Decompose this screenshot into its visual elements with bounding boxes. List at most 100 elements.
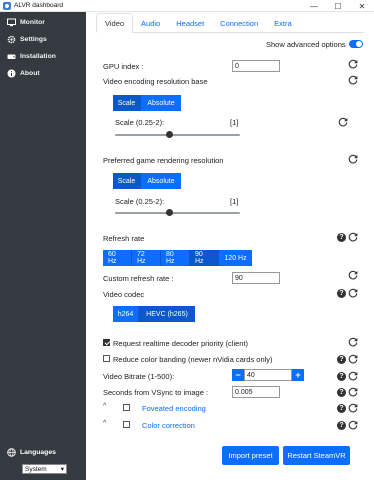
- slider-thumb[interactable]: [166, 131, 173, 138]
- encoding-resolution-mode-group: Scale Absolute: [113, 95, 181, 111]
- import-preset-button[interactable]: Import preset: [222, 446, 279, 465]
- advanced-options-label: Show advanced options: [266, 40, 346, 49]
- advanced-options-toggle[interactable]: [349, 40, 363, 48]
- bitrate-label: Video Bitrate (1-500):: [103, 372, 175, 381]
- reset-icon[interactable]: [348, 270, 358, 280]
- gpu-index-input[interactable]: 0: [232, 60, 280, 72]
- refresh-120-option[interactable]: 120 Hz: [219, 250, 252, 266]
- globe-icon: [7, 448, 16, 457]
- reset-icon[interactable]: [348, 232, 358, 242]
- expand-caret-icon[interactable]: ^: [103, 403, 106, 410]
- color-banding-label: Reduce color banding (newer nVidia cards…: [113, 355, 273, 364]
- gear-icon: [7, 35, 16, 44]
- reset-icon[interactable]: [348, 288, 358, 298]
- foveated-encoding-link[interactable]: Foveated encoding: [142, 404, 206, 413]
- refresh-90-option[interactable]: 90 Hz: [190, 250, 219, 266]
- reset-icon[interactable]: [348, 420, 358, 430]
- language-select[interactable]: System ▾: [22, 464, 67, 474]
- encoding-scale-label: Scale (0.25-2):: [115, 118, 165, 127]
- reset-icon[interactable]: [348, 387, 358, 397]
- video-codec-label: Video codec: [103, 290, 145, 299]
- encoding-scale-slider[interactable]: [115, 131, 240, 139]
- help-icon[interactable]: ?: [337, 421, 346, 430]
- refresh-rate-label: Refresh rate: [103, 234, 145, 243]
- help-icon[interactable]: ?: [337, 289, 346, 298]
- sidebar-item-label: Settings: [20, 36, 47, 43]
- minimize-button[interactable]: —: [302, 0, 326, 12]
- hdd-icon: [7, 52, 16, 61]
- title-bar: ALVR dashboard — ☐ ✕: [0, 0, 374, 12]
- tab-headset[interactable]: Headset: [168, 13, 212, 33]
- tab-extra[interactable]: Extra: [266, 13, 300, 33]
- info-icon: [7, 69, 16, 78]
- reset-icon[interactable]: [348, 371, 358, 381]
- sidebar: Monitor Settings Installation About Lang…: [0, 12, 86, 480]
- render-absolute-option[interactable]: Absolute: [141, 173, 181, 189]
- sidebar-item-label: About: [20, 70, 40, 77]
- render-scale-option[interactable]: Scale: [113, 173, 141, 189]
- bitrate-increase-button[interactable]: +: [292, 369, 304, 381]
- refresh-80-option[interactable]: 80 Hz: [161, 250, 190, 266]
- encoding-scale-option[interactable]: Scale: [113, 95, 141, 111]
- reset-icon[interactable]: [338, 117, 348, 127]
- render-scale-label: Scale (0.25-2):: [115, 197, 165, 206]
- restart-steamvr-button[interactable]: Restart SteamVR: [283, 446, 350, 465]
- settings-tabs: Video Audio Headset Connection Extra: [96, 13, 364, 33]
- render-resolution-label: Preferred game rendering resolution: [103, 156, 224, 165]
- sidebar-item-label: Installation: [20, 53, 56, 60]
- refresh-60-option[interactable]: 60 Hz: [103, 250, 132, 266]
- help-icon[interactable]: ?: [337, 404, 346, 413]
- custom-refresh-input[interactable]: 90: [232, 272, 280, 284]
- codec-hevc-option[interactable]: HEVC (h265): [139, 306, 195, 322]
- maximize-button[interactable]: ☐: [326, 0, 350, 12]
- help-icon[interactable]: ?: [337, 388, 346, 397]
- video-codec-group: h264 HEVC (h265): [113, 306, 195, 322]
- close-button[interactable]: ✕: [350, 0, 374, 12]
- realtime-decoder-checkbox[interactable]: [103, 339, 110, 346]
- sidebar-item-installation[interactable]: Installation: [0, 48, 86, 65]
- advanced-options-row: Show advanced options: [266, 40, 346, 49]
- reset-icon[interactable]: [348, 337, 358, 347]
- reset-icon[interactable]: [348, 59, 358, 69]
- color-banding-checkbox[interactable]: [103, 355, 110, 362]
- reset-icon[interactable]: [348, 354, 358, 364]
- encoding-scale-value: [1]: [230, 118, 239, 127]
- gpu-index-label: GPU index :: [103, 62, 144, 71]
- color-correction-checkbox[interactable]: [123, 421, 130, 428]
- codec-h264-option[interactable]: h264: [113, 306, 139, 322]
- foveated-checkbox[interactable]: [123, 404, 130, 411]
- reset-icon[interactable]: [348, 403, 358, 413]
- color-correction-link[interactable]: Color correction: [142, 421, 195, 430]
- languages-label: Languages: [7, 448, 56, 457]
- render-resolution-mode-group: Scale Absolute: [113, 173, 181, 189]
- bitrate-input[interactable]: 40: [244, 369, 292, 381]
- window-title: ALVR dashboard: [14, 2, 64, 9]
- monitor-icon: [7, 18, 16, 27]
- vsync-input[interactable]: 0.005: [232, 386, 280, 398]
- sidebar-item-about[interactable]: About: [0, 65, 86, 82]
- refresh-rate-group: 60 Hz 72 Hz 80 Hz 90 Hz 120 Hz: [103, 250, 252, 266]
- reset-icon[interactable]: [348, 154, 358, 164]
- tab-audio[interactable]: Audio: [133, 13, 168, 33]
- help-icon[interactable]: ?: [337, 355, 346, 364]
- reset-icon[interactable]: [348, 75, 358, 85]
- encoding-resolution-label: Video encoding resolution base: [103, 77, 208, 86]
- tab-video[interactable]: Video: [96, 13, 134, 33]
- vsync-label: Seconds from VSync to image :: [103, 388, 209, 397]
- custom-refresh-label: Custom refresh rate :: [103, 274, 174, 283]
- main-content: Video Audio Headset Connection Extra Sho…: [86, 12, 374, 480]
- slider-thumb[interactable]: [166, 209, 173, 216]
- refresh-72-option[interactable]: 72 Hz: [132, 250, 161, 266]
- expand-caret-icon[interactable]: ^: [103, 420, 106, 427]
- render-scale-slider[interactable]: [115, 209, 240, 217]
- help-icon[interactable]: ?: [337, 233, 346, 242]
- help-icon[interactable]: ?: [337, 372, 346, 381]
- realtime-decoder-label: Request realtime decoder priority (clien…: [113, 339, 249, 348]
- tab-connection[interactable]: Connection: [212, 13, 266, 33]
- bitrate-decrease-button[interactable]: −: [232, 369, 244, 381]
- sidebar-item-monitor[interactable]: Monitor: [0, 14, 86, 31]
- encoding-absolute-option[interactable]: Absolute: [141, 95, 181, 111]
- sidebar-item-label: Monitor: [20, 19, 45, 26]
- sidebar-item-settings[interactable]: Settings: [0, 31, 86, 48]
- render-scale-value: [1]: [230, 197, 239, 206]
